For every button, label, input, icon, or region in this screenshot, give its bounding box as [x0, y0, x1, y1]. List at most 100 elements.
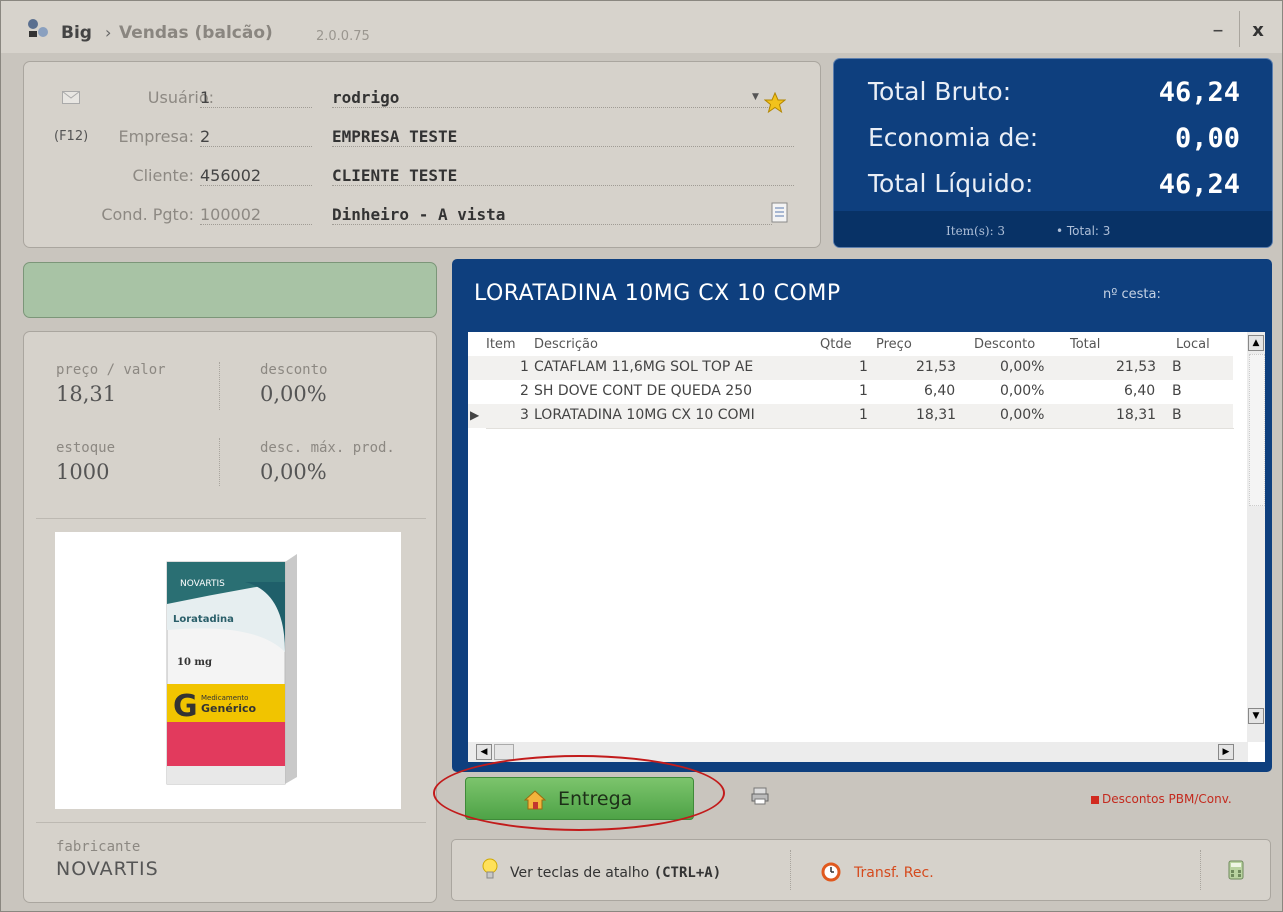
title-bar: Big › Vendas (balcão) 2.0.0.75 – x	[1, 1, 1282, 53]
col-total[interactable]: Total	[1070, 337, 1100, 352]
sale-header-panel: Usuário: 1 rodrigo ▼ (F12) Empresa: 2 EM…	[23, 61, 821, 248]
estoque-label: estoque	[56, 440, 116, 456]
col-item[interactable]: Item	[486, 337, 516, 352]
usuario-row: Usuário: 1 rodrigo	[24, 88, 814, 112]
product-image: NOVARTIS Loratadina 10 mg G Medicamento …	[55, 532, 401, 809]
hscroll-thumb[interactable]	[494, 744, 514, 760]
preco-value: 18,31	[56, 382, 117, 406]
cesta-label: nº cesta:	[1103, 287, 1161, 302]
cliente-code-field[interactable]: 456002	[200, 166, 312, 186]
empresa-name-field[interactable]: EMPRESA TESTE	[332, 127, 794, 147]
economia-value: 0,00	[1174, 123, 1240, 154]
cond-pgto-label: Cond. Pgto:	[101, 205, 194, 224]
col-preco[interactable]: Preço	[876, 337, 912, 352]
shortcut-keys: (CTRL+A)	[653, 865, 722, 881]
divider	[486, 428, 1234, 429]
usuario-code-field[interactable]: 1	[200, 88, 312, 108]
total-bruto-label: Total Bruto:	[868, 77, 1012, 106]
medicine-box-image: NOVARTIS Loratadina 10 mg G Medicamento …	[166, 554, 297, 785]
row-preco: 18,31	[916, 407, 957, 423]
divider	[1200, 850, 1201, 890]
cond-pgto-row: Cond. Pgto: 100002 Dinheiro - A vista	[24, 205, 814, 229]
scroll-thumb[interactable]	[1249, 354, 1265, 506]
cliente-name-field[interactable]: CLIENTE TESTE	[332, 166, 794, 186]
highlight-ellipse	[433, 755, 725, 831]
row-item: 1	[520, 359, 529, 375]
title-divider	[1239, 11, 1240, 47]
totals-panel: Total Bruto: 46,24 Economia de: 0,00 Tot…	[833, 58, 1273, 248]
preco-label: preço / valor	[56, 362, 166, 378]
box-generic-text-1: Medicamento	[201, 694, 248, 702]
minimize-button[interactable]: –	[1204, 17, 1232, 45]
box-letter-text: G	[173, 689, 198, 724]
items-grid-panel: LORATADINA 10MG CX 10 COMP nº cesta: Ite…	[452, 259, 1272, 772]
desconto-value: 0,00%	[260, 382, 327, 406]
grid-header: Item Descrição Qtde Preço Desconto Total…	[468, 332, 1248, 356]
table-row[interactable]: 2 SH DOVE CONT DE QUEDA 250 1 6,40 0,00%…	[468, 380, 1233, 404]
scroll-right-button[interactable]: ▶	[1218, 744, 1234, 760]
total-liquido-value: 46,24	[1158, 169, 1240, 200]
app-name: Big	[61, 23, 92, 43]
divider	[36, 822, 426, 823]
stat-divider	[219, 362, 220, 410]
row-desconto: 0,00%	[1000, 383, 1045, 399]
printer-icon[interactable]	[751, 787, 769, 805]
row-preco: 21,53	[916, 359, 957, 375]
row-desconto: 0,00%	[1000, 359, 1045, 375]
cond-pgto-name-field[interactable]: Dinheiro - A vista	[332, 205, 772, 225]
empresa-row: (F12) Empresa: 2 EMPRESA TESTE	[24, 127, 814, 151]
calculator-icon[interactable]	[1228, 860, 1244, 880]
scroll-left-button[interactable]: ◀	[476, 744, 492, 760]
row-qtde: 1	[859, 407, 868, 423]
total-bruto-value: 46,24	[1158, 77, 1240, 108]
descontos-pbm-link[interactable]: Descontos PBM/Conv.	[1102, 792, 1232, 806]
items-total: • Total: 3	[1056, 224, 1111, 238]
divider	[790, 850, 791, 890]
shortcut-hint[interactable]: Ver teclas de atalho (CTRL+A)	[510, 865, 721, 881]
row-selected-marker: ▶	[470, 408, 480, 422]
economia-row: Economia de: 0,00	[834, 123, 1272, 163]
box-dose-text: 10 mg	[177, 657, 212, 668]
totals-footer: Item(s): 3 • Total: 3	[834, 211, 1272, 247]
lightbulb-icon	[482, 858, 498, 879]
row-total: 21,53	[1116, 359, 1157, 375]
row-preco: 6,40	[924, 383, 956, 399]
empresa-code-field[interactable]: 2	[200, 127, 312, 147]
row-desc: SH DOVE CONT DE QUEDA 250	[534, 383, 753, 399]
row-local: B	[1172, 359, 1182, 375]
row-item: 3	[520, 407, 529, 423]
col-desconto[interactable]: Desconto	[974, 337, 1035, 352]
breadcrumb-separator: ›	[105, 23, 112, 42]
scroll-down-button[interactable]: ▼	[1248, 708, 1264, 724]
row-item: 2	[520, 383, 529, 399]
cond-pgto-code-field[interactable]: 100002	[200, 205, 312, 225]
desconto-label: desconto	[260, 362, 328, 378]
items-grid[interactable]: Item Descrição Qtde Preço Desconto Total…	[468, 332, 1265, 762]
row-desconto: 0,00%	[1000, 407, 1045, 423]
col-descricao[interactable]: Descrição	[534, 337, 598, 352]
box-brand-text: NOVARTIS	[180, 579, 225, 589]
row-desc: LORATADINA 10MG CX 10 COMI	[534, 407, 755, 423]
selected-product-title: LORATADINA 10MG CX 10 COMP	[474, 281, 841, 306]
fabricante-value: NOVARTIS	[56, 858, 159, 880]
red-square-icon	[1091, 796, 1099, 804]
col-qtde[interactable]: Qtde	[820, 337, 852, 352]
app-icon	[28, 19, 48, 37]
scroll-up-button[interactable]: ▲	[1248, 335, 1264, 351]
row-local: B	[1172, 407, 1182, 423]
transf-rec-link[interactable]: Transf. Rec.	[854, 865, 934, 881]
col-local[interactable]: Local	[1176, 337, 1210, 352]
empresa-shortcut: (F12)	[54, 129, 89, 144]
total-bruto-row: Total Bruto: 46,24	[834, 77, 1272, 117]
usuario-name-field[interactable]: rodrigo	[332, 88, 772, 108]
star-icon[interactable]	[764, 92, 786, 114]
table-row[interactable]: 1 CATAFLAM 11,6MG SOL TOP AE 1 21,53 0,0…	[468, 356, 1233, 380]
vertical-scrollbar[interactable]: ▲ ▼	[1247, 332, 1265, 742]
table-row-selected[interactable]: ▶ 3 LORATADINA 10MG CX 10 COMI 1 18,31 0…	[468, 404, 1233, 428]
shortcut-hint-text: Ver teclas de atalho	[510, 865, 654, 881]
close-button[interactable]: x	[1244, 17, 1272, 45]
cliente-row: Cliente: 456002 CLIENTE TESTE	[24, 166, 814, 190]
stat-divider	[219, 438, 220, 486]
document-icon[interactable]	[770, 202, 790, 224]
dropdown-arrow-icon[interactable]: ▼	[752, 92, 759, 102]
